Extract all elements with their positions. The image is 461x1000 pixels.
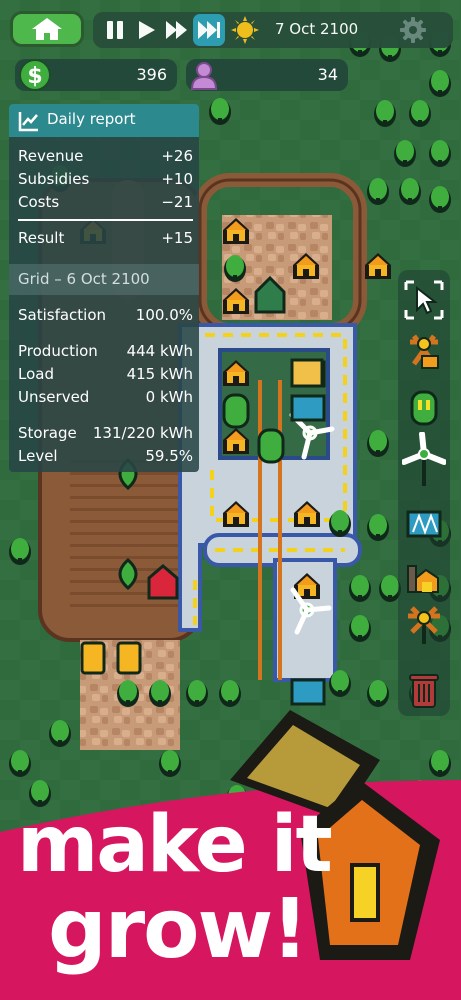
storage-label: Storage bbox=[18, 424, 77, 442]
slogan-line-2: grow! bbox=[48, 882, 309, 977]
result-value: +15 bbox=[161, 229, 193, 247]
grid-title: Grid – 6 Oct 2100 bbox=[18, 270, 150, 288]
satisfaction-value: 100.0% bbox=[135, 306, 193, 324]
battery-icon bbox=[410, 390, 438, 426]
fastest-icon bbox=[198, 21, 220, 39]
grid-subheader: Grid – 6 Oct 2100 bbox=[9, 264, 199, 295]
pause-button[interactable] bbox=[99, 14, 131, 46]
weather-sun-button[interactable] bbox=[229, 14, 261, 46]
transformer-icon bbox=[408, 606, 440, 644]
power-tower-tool-button[interactable] bbox=[402, 328, 446, 372]
satisfaction-label: Satisfaction bbox=[18, 306, 107, 324]
load-row: Load 415 kWh bbox=[18, 365, 193, 385]
svg-text:$: $ bbox=[27, 64, 42, 89]
wind-turbine-icon bbox=[402, 432, 446, 486]
unserved-label: Unserved bbox=[18, 388, 90, 406]
population-counter: 34 bbox=[186, 59, 348, 91]
result-divider bbox=[18, 219, 193, 221]
pause-icon bbox=[107, 21, 123, 39]
slogan-line-1: make it bbox=[17, 800, 333, 890]
subsidies-value: +10 bbox=[161, 170, 193, 188]
gear-icon bbox=[400, 17, 426, 43]
solar-panel-icon bbox=[406, 510, 442, 538]
storage-value: 131/220 kWh bbox=[92, 424, 193, 442]
factory-icon bbox=[407, 565, 439, 593]
daily-report-panel: Daily report Revenue +26 Subsidies +10 C… bbox=[9, 104, 199, 472]
fast-forward-icon bbox=[166, 21, 187, 39]
money-value: 396 bbox=[136, 65, 167, 84]
costs-label: Costs bbox=[18, 193, 60, 211]
result-label: Result bbox=[18, 229, 65, 247]
level-row: Level 59.5% bbox=[18, 447, 193, 467]
production-value: 444 kWh bbox=[126, 342, 193, 360]
home-icon bbox=[32, 18, 62, 40]
result-row: Result +15 bbox=[18, 229, 193, 249]
transformer-tool-button[interactable] bbox=[402, 602, 446, 646]
fast-forward-button[interactable] bbox=[161, 14, 193, 46]
sun-icon bbox=[231, 16, 259, 44]
costs-row: Costs −21 bbox=[18, 193, 193, 213]
solar-panel-tool-button[interactable] bbox=[402, 502, 446, 546]
play-icon bbox=[139, 21, 155, 39]
load-value: 415 kWh bbox=[126, 365, 193, 383]
revenue-label: Revenue bbox=[18, 147, 84, 165]
level-label: Level bbox=[18, 447, 58, 465]
daily-report-title: Daily report bbox=[47, 110, 136, 128]
subsidies-label: Subsidies bbox=[18, 170, 90, 188]
power-tower-icon bbox=[410, 334, 439, 369]
unserved-row: Unserved 0 kWh bbox=[18, 388, 193, 408]
satisfaction-row: Satisfaction 100.0% bbox=[18, 306, 193, 326]
game-date: 7 Oct 2100 bbox=[275, 20, 359, 38]
unserved-value: 0 kWh bbox=[145, 388, 193, 406]
money-counter: $ 396 bbox=[15, 59, 177, 91]
revenue-row: Revenue +26 bbox=[18, 147, 193, 167]
production-row: Production 444 kWh bbox=[18, 342, 193, 362]
fastest-button[interactable] bbox=[193, 14, 225, 46]
subsidies-row: Subsidies +10 bbox=[18, 170, 193, 190]
trash-icon bbox=[409, 674, 439, 708]
chart-icon bbox=[18, 112, 38, 132]
revenue-value: +26 bbox=[161, 147, 193, 165]
dollar-icon: $ bbox=[19, 59, 51, 91]
build-toolbar bbox=[398, 270, 450, 716]
production-label: Production bbox=[18, 342, 98, 360]
top-bar: 7 Oct 2100 $ 396 34 bbox=[0, 0, 461, 96]
wind-turbine-tool-button[interactable] bbox=[402, 432, 446, 486]
daily-report-header[interactable]: Daily report bbox=[9, 104, 199, 137]
costs-value: −21 bbox=[161, 193, 193, 211]
settings-button[interactable] bbox=[397, 14, 429, 46]
home-button[interactable] bbox=[10, 11, 84, 47]
person-icon bbox=[190, 62, 218, 90]
cursor-icon bbox=[404, 280, 444, 320]
level-value: 59.5% bbox=[145, 447, 193, 465]
delete-tool-button[interactable] bbox=[402, 668, 446, 712]
play-button[interactable] bbox=[130, 14, 162, 46]
factory-tool-button[interactable] bbox=[402, 556, 446, 600]
battery-tool-button[interactable] bbox=[402, 386, 446, 430]
select-tool-button[interactable] bbox=[402, 278, 446, 322]
storage-row: Storage 131/220 kWh bbox=[18, 424, 193, 444]
speed-controls: 7 Oct 2100 bbox=[93, 12, 453, 48]
population-value: 34 bbox=[317, 65, 338, 84]
load-label: Load bbox=[18, 365, 54, 383]
